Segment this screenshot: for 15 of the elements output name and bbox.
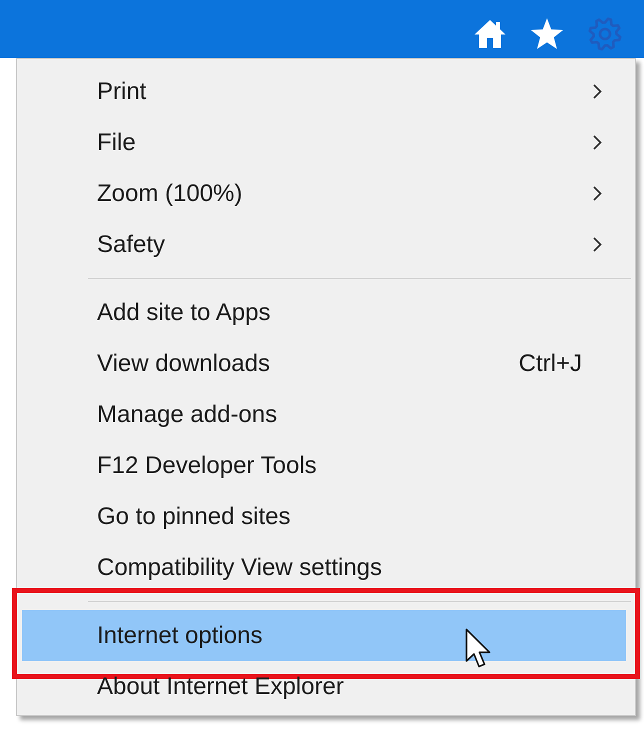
menu-item[interactable]: Internet options xyxy=(22,610,626,661)
menu-item[interactable]: F12 Developer Tools xyxy=(22,440,626,491)
menu-item[interactable]: Print xyxy=(22,66,626,117)
menu-item[interactable]: Manage add-ons xyxy=(22,389,626,440)
menu-item[interactable]: View downloads Ctrl+J xyxy=(22,338,626,389)
menu-item[interactable]: Add site to Apps xyxy=(22,287,626,338)
menu-item[interactable]: Zoom (100%) xyxy=(22,168,626,219)
star-icon[interactable] xyxy=(530,18,564,50)
home-icon[interactable] xyxy=(474,19,506,49)
menu-item[interactable]: File xyxy=(22,117,626,168)
menu-item[interactable]: Compatibility View settings xyxy=(22,542,626,593)
menu-item[interactable]: Safety xyxy=(22,219,626,270)
menu-item[interactable]: Go to pinned sites xyxy=(22,491,626,542)
shortcut-text: Ctrl+J xyxy=(518,350,582,378)
menu-item[interactable]: About Internet Explorer xyxy=(22,661,626,712)
